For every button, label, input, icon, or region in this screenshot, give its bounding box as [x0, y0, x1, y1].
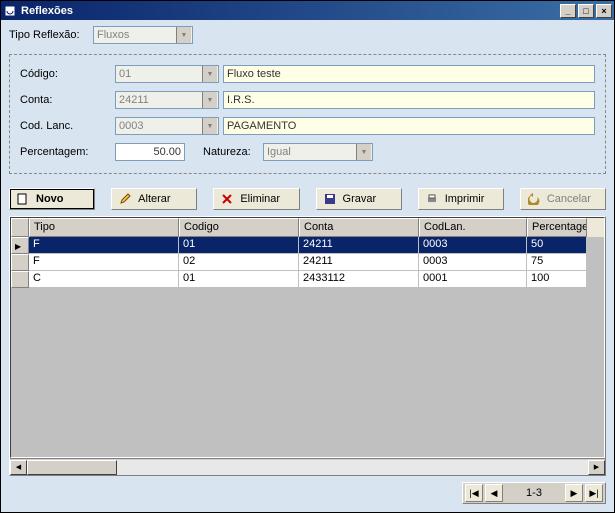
- cell-codigo[interactable]: 01: [179, 237, 299, 254]
- title-bar: Reflexões _ □ ×: [1, 1, 614, 20]
- nav-prev-button[interactable]: ◀: [485, 484, 503, 502]
- cell-codlan[interactable]: 0001: [419, 271, 527, 288]
- chevron-down-icon: ▼: [202, 92, 217, 108]
- row-header[interactable]: [11, 237, 29, 254]
- codigo-desc[interactable]: Fluxo teste: [223, 65, 595, 83]
- natureza-label: Natureza:: [203, 146, 263, 158]
- client-area: Tipo Reflexão: Fluxos ▼ Código: 01 ▼ Flu…: [1, 20, 614, 512]
- close-button[interactable]: ×: [596, 4, 612, 18]
- tipo-reflexao-row: Tipo Reflexão: Fluxos ▼: [9, 26, 606, 44]
- maximize-button[interactable]: □: [578, 4, 594, 18]
- conta-value: 24211: [119, 94, 149, 106]
- form-fieldset: Código: 01 ▼ Fluxo teste Conta: 24211 ▼ …: [9, 54, 606, 174]
- codlanc-desc[interactable]: PAGAMENTO: [223, 117, 595, 135]
- codlanc-label: Cod. Lanc.: [20, 120, 115, 132]
- toolbar: Novo Alterar Eliminar Gravar Imprimir Ca…: [9, 188, 606, 210]
- col-header-percent[interactable]: Percentage: [527, 218, 587, 237]
- imprimir-button[interactable]: Imprimir: [418, 188, 504, 210]
- cell-codlan[interactable]: 0003: [419, 254, 527, 271]
- grid-body: F0124211000350F0224211000375C01243311200…: [11, 237, 604, 288]
- nav-next-button[interactable]: ▶: [565, 484, 583, 502]
- natureza-value: Igual: [267, 146, 291, 158]
- cell-conta[interactable]: 24211: [299, 237, 419, 254]
- row-header[interactable]: [11, 254, 29, 271]
- col-header-tipo[interactable]: Tipo: [29, 218, 179, 237]
- delete-icon: [220, 192, 234, 206]
- undo-icon: [527, 192, 541, 206]
- cell-codlan[interactable]: 0003: [419, 237, 527, 254]
- novo-button[interactable]: Novo: [9, 188, 95, 210]
- nav-range: 1-3: [504, 487, 564, 499]
- codigo-label: Código:: [20, 68, 115, 80]
- print-icon: [425, 192, 439, 206]
- tipo-reflexao-value: Fluxos: [97, 29, 129, 41]
- scroll-left-button[interactable]: ◀: [10, 460, 27, 475]
- edit-icon: [118, 192, 132, 206]
- natureza-combo[interactable]: Igual ▼: [263, 143, 373, 161]
- gravar-button[interactable]: Gravar: [316, 188, 402, 210]
- data-grid: Tipo Codigo Conta CodLan. Percentage F01…: [9, 216, 606, 476]
- eliminar-button[interactable]: Eliminar: [213, 188, 299, 210]
- chevron-down-icon: ▼: [202, 66, 217, 82]
- percentagem-label: Percentagem:: [20, 146, 115, 158]
- chevron-down-icon: ▼: [176, 27, 191, 43]
- nav-first-button[interactable]: |◀: [465, 484, 483, 502]
- conta-desc[interactable]: I.R.S.: [223, 91, 595, 109]
- conta-label: Conta:: [20, 94, 115, 106]
- cell-codigo[interactable]: 01: [179, 271, 299, 288]
- cell-codigo[interactable]: 02: [179, 254, 299, 271]
- new-icon: [16, 192, 30, 206]
- cell-tipo[interactable]: F: [29, 254, 179, 271]
- codigo-value: 01: [119, 68, 131, 80]
- minimize-button[interactable]: _: [560, 4, 576, 18]
- record-navigator: |◀ ◀ 1-3 ▶ ▶|: [9, 482, 606, 504]
- codlanc-value: 0003: [119, 120, 143, 132]
- cell-tipo[interactable]: F: [29, 237, 179, 254]
- cell-conta[interactable]: 24211: [299, 254, 419, 271]
- cell-percent[interactable]: 75: [527, 254, 587, 271]
- scrollbar-thumb[interactable]: [27, 460, 117, 475]
- codlanc-combo[interactable]: 0003 ▼: [115, 117, 219, 135]
- scroll-right-button[interactable]: ▶: [588, 460, 605, 475]
- cancelar-button[interactable]: Cancelar: [520, 188, 606, 210]
- chevron-down-icon: ▼: [202, 118, 217, 134]
- cell-conta[interactable]: 2433112: [299, 271, 419, 288]
- row-header-corner: [11, 218, 29, 237]
- table-row[interactable]: C0124331120001100: [11, 271, 604, 288]
- cell-percent[interactable]: 50: [527, 237, 587, 254]
- chevron-down-icon: ▼: [356, 144, 371, 160]
- cell-percent[interactable]: 100: [527, 271, 587, 288]
- horizontal-scrollbar[interactable]: ◀ ▶: [10, 458, 605, 475]
- codigo-combo[interactable]: 01 ▼: [115, 65, 219, 83]
- col-header-codlan[interactable]: CodLan.: [419, 218, 527, 237]
- tipo-reflexao-label: Tipo Reflexão:: [9, 29, 87, 41]
- cell-tipo[interactable]: C: [29, 271, 179, 288]
- tipo-reflexao-combo[interactable]: Fluxos ▼: [93, 26, 193, 44]
- window-title: Reflexões: [21, 5, 560, 17]
- table-row[interactable]: F0124211000350: [11, 237, 604, 254]
- grid-header: Tipo Codigo Conta CodLan. Percentage: [11, 218, 604, 237]
- scrollbar-track[interactable]: [27, 460, 588, 475]
- percentagem-input[interactable]: 50.00: [115, 143, 185, 161]
- row-header[interactable]: [11, 271, 29, 288]
- conta-combo[interactable]: 24211 ▼: [115, 91, 219, 109]
- col-header-codigo[interactable]: Codigo: [179, 218, 299, 237]
- save-icon: [323, 192, 337, 206]
- app-icon: [3, 4, 17, 18]
- alterar-button[interactable]: Alterar: [111, 188, 197, 210]
- col-header-conta[interactable]: Conta: [299, 218, 419, 237]
- window: Reflexões _ □ × Tipo Reflexão: Fluxos ▼ …: [0, 0, 615, 513]
- table-row[interactable]: F0224211000375: [11, 254, 604, 271]
- nav-last-button[interactable]: ▶|: [585, 484, 603, 502]
